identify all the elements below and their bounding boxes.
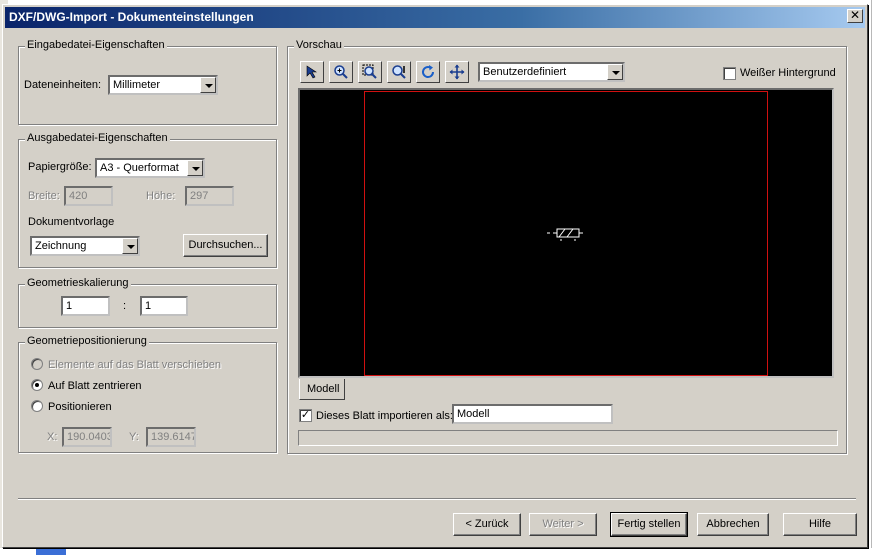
help-button[interactable]: Hilfe	[783, 513, 857, 536]
paper-size-value: A3 - Querformat	[100, 162, 179, 174]
option-move-label: Elemente auf das Blatt verschieben	[48, 359, 222, 371]
zoom-window-button[interactable]	[358, 61, 382, 83]
template-select[interactable]: Zeichnung	[30, 236, 140, 256]
height-field[interactable]: 297	[185, 186, 234, 206]
pan-icon	[449, 64, 465, 80]
pan-button[interactable]	[445, 61, 469, 83]
chevron-down-icon[interactable]	[607, 64, 623, 80]
units-label: Dateneinheiten:	[24, 79, 102, 91]
footer-separator	[18, 498, 856, 500]
select-tool-button[interactable]	[300, 61, 324, 83]
close-button[interactable]: ✕	[847, 9, 863, 23]
option-center-label: Auf Blatt zentrieren	[48, 380, 142, 392]
group-title: Ausgabedatei-Eigenschaften	[25, 132, 170, 144]
group-title: Vorschau	[294, 39, 344, 51]
x-field[interactable]: 190.0403	[62, 427, 112, 447]
option-position-label: Positionieren	[48, 401, 112, 413]
preview-canvas[interactable]	[298, 88, 834, 378]
paper-size-select[interactable]: A3 - Querformat	[95, 158, 205, 178]
x-label: X:	[47, 431, 58, 443]
units-value: Millimeter	[113, 79, 161, 91]
refresh-button[interactable]	[416, 61, 440, 83]
pointer-icon	[306, 65, 317, 79]
cancel-button[interactable]: Abbrechen	[697, 513, 769, 536]
scale-field-b[interactable]: 1	[140, 296, 188, 316]
zoom-fit-icon	[392, 65, 406, 79]
close-icon: ✕	[849, 8, 861, 22]
group-title: Eingabedatei-Eigenschaften	[25, 39, 167, 51]
group-title: Geometrieskalierung	[25, 277, 131, 289]
browse-button[interactable]: Durchsuchen...	[183, 234, 268, 257]
window-title: DXF/DWG-Import - Dokumenteinstellungen	[9, 10, 254, 24]
zoom-fit-button[interactable]	[387, 61, 411, 83]
import-name-field[interactable]: Modell	[452, 404, 613, 424]
paper-size-label: Papiergröße:	[28, 161, 92, 173]
scale-field-a[interactable]: 1	[61, 296, 110, 316]
white-background-label: Weißer Hintergrund	[740, 67, 836, 79]
height-label: Höhe:	[146, 190, 176, 202]
width-field[interactable]: 420	[64, 186, 113, 206]
zoom-in-icon	[334, 65, 348, 79]
units-select[interactable]: Millimeter	[108, 75, 218, 95]
y-label: Y:	[129, 431, 139, 443]
zoom-in-button[interactable]	[329, 61, 353, 83]
back-button[interactable]: < Zurück	[453, 513, 521, 536]
width-label: Breite:	[28, 190, 60, 202]
drawing-preview	[547, 228, 583, 241]
background-bottom	[0, 548, 881, 555]
radio-position[interactable]	[31, 400, 43, 412]
group-title: Geometriepositionierung	[25, 335, 149, 347]
background-window-edge-right	[871, 0, 881, 555]
progress-bar	[298, 430, 838, 446]
template-value: Zeichnung	[35, 240, 87, 252]
y-field[interactable]: 139.6147	[146, 427, 196, 447]
zoom-window-icon	[362, 64, 377, 79]
title-bar: DXF/DWG-Import - Dokumenteinstellungen ✕	[5, 7, 865, 28]
view-select[interactable]: Benutzerdefiniert	[478, 62, 625, 82]
checkmark-icon: ✓	[300, 409, 311, 421]
import-sheet-label: Dieses Blatt importieren als:	[316, 410, 453, 422]
scale-separator: :	[123, 300, 127, 312]
next-button[interactable]: Weiter >	[529, 513, 597, 536]
import-sheet-checkbox[interactable]: ✓	[299, 409, 312, 422]
radio-center-on-sheet[interactable]	[31, 379, 43, 391]
chevron-down-icon[interactable]	[200, 77, 216, 93]
refresh-icon	[422, 65, 435, 78]
finish-button[interactable]: Fertig stellen	[610, 512, 688, 537]
chevron-down-icon[interactable]	[187, 160, 203, 176]
white-background-checkbox[interactable]	[723, 67, 736, 80]
tab-model[interactable]: Modell	[299, 379, 345, 400]
chevron-down-icon[interactable]	[122, 238, 138, 254]
radio-move-to-sheet[interactable]	[31, 358, 43, 370]
view-value: Benutzerdefiniert	[483, 66, 567, 78]
template-label: Dokumentvorlage	[28, 216, 115, 228]
